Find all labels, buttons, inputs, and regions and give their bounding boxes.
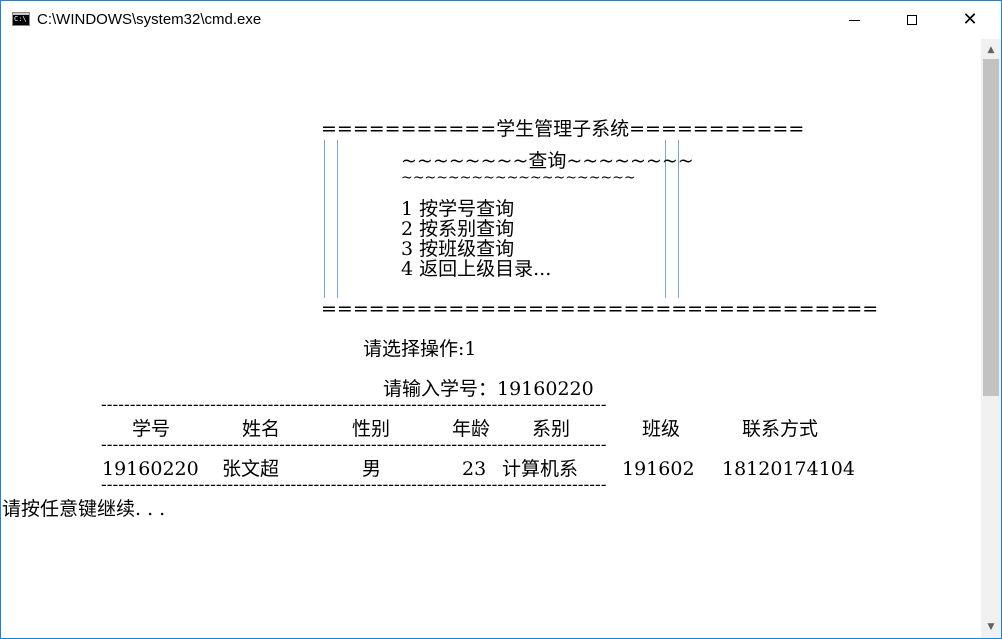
arrow-down-icon: ▼: [987, 622, 995, 632]
arrow-up-icon: ▲: [987, 45, 995, 55]
menu-item: 2 按系别查询: [401, 218, 515, 240]
cmd-app-icon[interactable]: [12, 12, 30, 26]
maximize-button[interactable]: [883, 1, 941, 39]
cmd-window: C:\WINDOWS\system32\cmd.exe ✕ ==========…: [0, 0, 1002, 639]
menu-bottom-border: ===================================: [321, 298, 879, 320]
vertical-scrollbar[interactable]: ▲ ▼: [981, 39, 1001, 638]
title-bar[interactable]: C:\WINDOWS\system32\cmd.exe ✕: [1, 1, 1001, 39]
scroll-down-button[interactable]: ▼: [981, 618, 1001, 636]
menu-title: ~~~~~~~~查询~~~~~~~~: [401, 150, 694, 172]
maximize-icon: [907, 15, 917, 25]
select-operation-prompt: 请选择操作:1: [363, 338, 477, 360]
console-output[interactable]: ===========学生管理子系统=========== ~~~~~~~~查询…: [1, 39, 981, 638]
close-icon: ✕: [962, 9, 978, 30]
minimize-icon: [848, 19, 860, 21]
scroll-up-button[interactable]: ▲: [981, 41, 1001, 59]
table-rule-top: ----------------------------------------…: [101, 395, 607, 415]
menu-left-border: [324, 140, 338, 298]
continue-prompt: 请按任意键继续. . .: [2, 498, 166, 520]
window-title: C:\WINDOWS\system32\cmd.exe: [37, 11, 262, 28]
table-rule-bottom: ----------------------------------------…: [101, 475, 607, 495]
close-button[interactable]: ✕: [941, 1, 999, 39]
menu-item: 4 返回上级目录...: [401, 258, 552, 280]
table-rule-mid: ----------------------------------------…: [101, 435, 607, 455]
menu-title-deco: ~~~~~~~~~~~~~~~~~~~~: [401, 170, 636, 186]
scroll-thumb[interactable]: [983, 59, 999, 396]
menu-item: 3 按班级查询: [401, 238, 515, 260]
menu-item: 1 按学号查询: [401, 198, 515, 220]
minimize-button[interactable]: [825, 1, 883, 39]
menu-top-border: ===========学生管理子系统===========: [321, 118, 805, 140]
